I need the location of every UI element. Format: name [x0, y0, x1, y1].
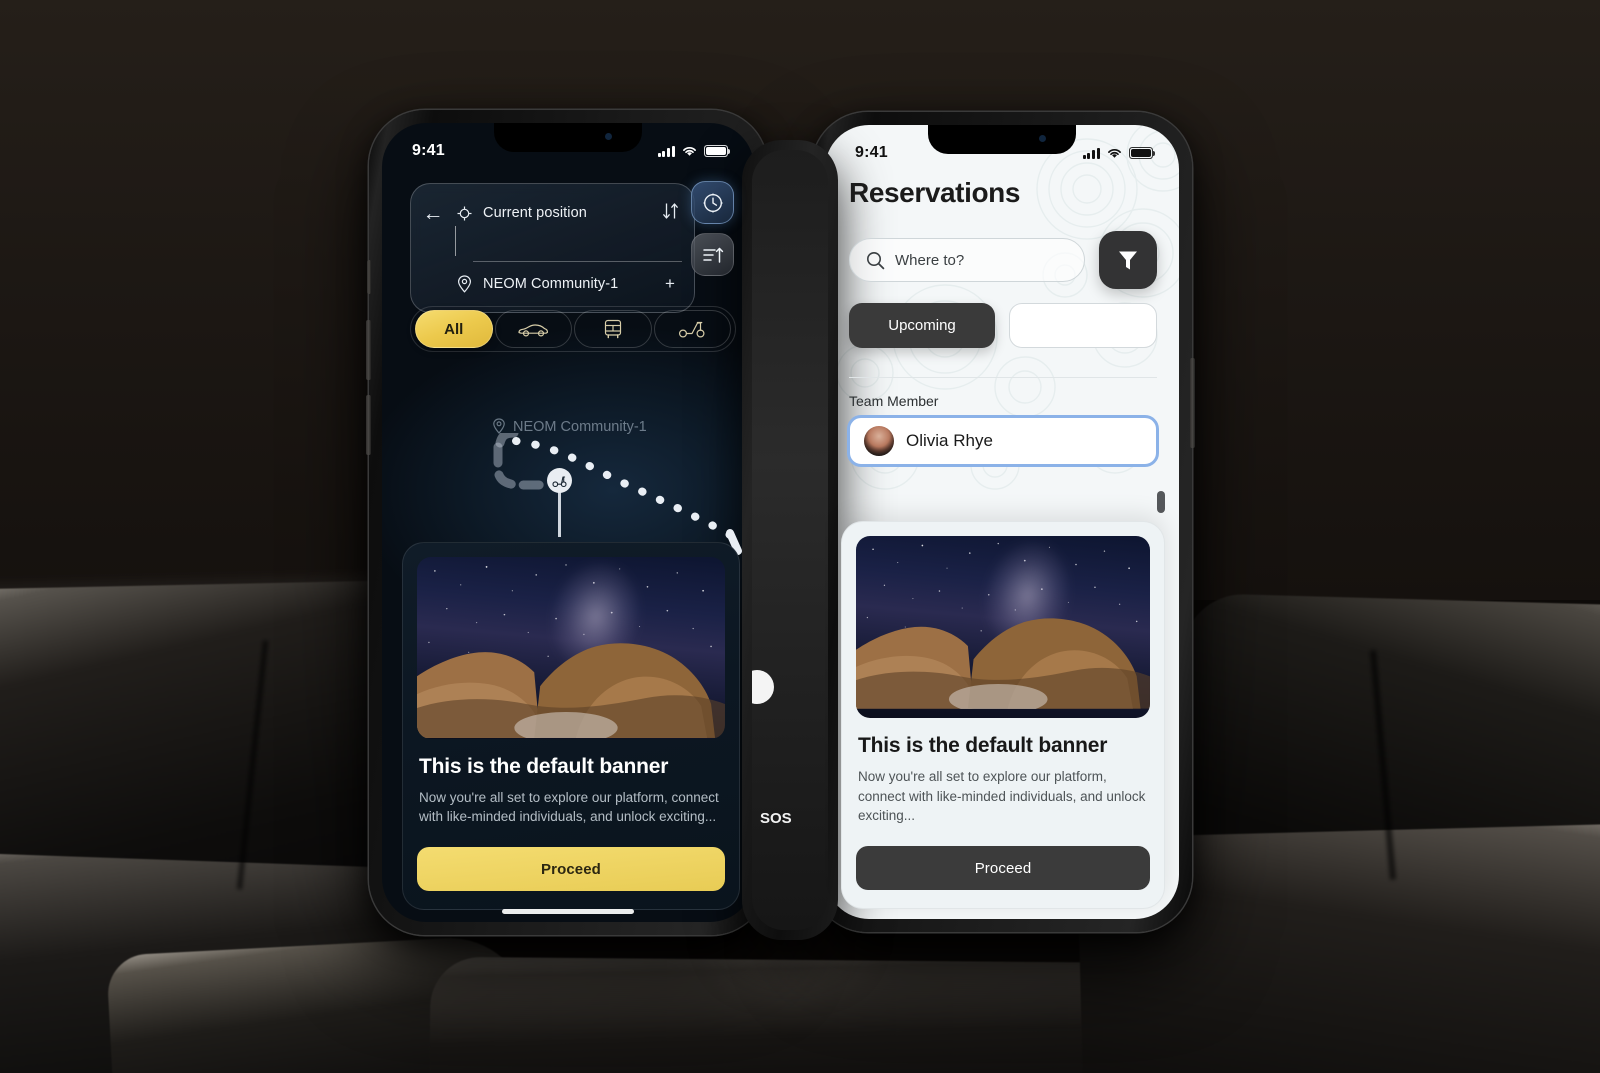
transport-mode-tabs: All [410, 306, 736, 352]
phone-light-screen: 9:41 Reservations Where to? Upcoming Tea… [825, 125, 1179, 919]
wifi-icon [1108, 148, 1121, 158]
signal-bars-icon [1082, 147, 1100, 159]
background-phone-screen: SOS [752, 150, 828, 930]
filter-button[interactable] [1099, 231, 1157, 289]
current-location-icon [455, 206, 473, 221]
sos-label: SOS [760, 810, 792, 827]
rock-formation-center [429, 956, 1191, 1073]
vehicle-marker[interactable] [547, 468, 572, 493]
plus-icon[interactable]: + [658, 274, 682, 294]
banner-image-light [856, 536, 1150, 719]
map-destination-text: NEOM Community-1 [513, 418, 647, 435]
route-destination-row[interactable]: NEOM Community-1 + [421, 269, 682, 299]
sort-button[interactable] [691, 233, 734, 276]
section-divider [849, 377, 1157, 378]
home-indicator-dark[interactable] [502, 909, 634, 914]
swap-vertical-icon[interactable] [658, 202, 682, 225]
map-pin-icon [455, 275, 473, 293]
mode-tab-car[interactable] [494, 310, 572, 348]
banner-image-dark [417, 556, 725, 739]
background-phone-sliver: SOS [742, 140, 838, 940]
battery-icon [1129, 147, 1155, 159]
search-placeholder: Where to? [895, 251, 965, 269]
sort-ascending-icon [702, 247, 723, 263]
mode-tab-scooter[interactable] [653, 310, 731, 348]
map-destination-label: NEOM Community-1 [492, 418, 647, 435]
search-input[interactable]: Where to? [849, 238, 1085, 282]
status-time: 9:41 [855, 144, 888, 161]
mode-tab-all[interactable]: All [415, 310, 493, 348]
page-title: Reservations [849, 177, 1021, 208]
volume-up-button[interactable] [366, 320, 371, 380]
team-member-select[interactable]: Olivia Rhye [847, 415, 1159, 467]
search-icon [867, 251, 885, 269]
clock-icon [703, 193, 722, 212]
phone-dark-device: 9:41 ← Current position NEOM Community-1… [366, 110, 770, 935]
decorative-dot [752, 670, 774, 704]
back-arrow-icon[interactable]: ← [421, 203, 445, 224]
filter-funnel-icon [1119, 251, 1137, 270]
route-connector-line [455, 226, 457, 256]
route-origin-row[interactable]: ← Current position [421, 198, 682, 228]
search-row: Where to? [849, 231, 1157, 289]
phone-light-device: 9:41 Reservations Where to? Upcoming Tea… [809, 112, 1195, 932]
front-camera-icon [605, 133, 612, 140]
front-camera-icon [1039, 135, 1046, 142]
map-pin-icon [493, 418, 505, 434]
notch [928, 125, 1076, 154]
banner-title-dark: This is the default banner [419, 754, 669, 778]
mode-tab-bus[interactable] [574, 310, 652, 348]
proceed-button-dark[interactable]: Proceed [417, 847, 725, 891]
rock-silhouettes [856, 618, 1150, 709]
banner-title-light: This is the default banner [858, 734, 1108, 758]
scooter-marker-icon [552, 475, 567, 487]
wifi-icon [683, 146, 696, 156]
proceed-button-light[interactable]: Proceed [856, 846, 1150, 890]
banner-card-light: This is the default banner Now you're al… [841, 521, 1165, 909]
scrollbar-thumb[interactable] [1157, 491, 1165, 513]
scene-root: SOS 9:41 ← Current position NEOM Communi… [0, 0, 1600, 1073]
tab-upcoming-label: Upcoming [888, 317, 956, 334]
power-button[interactable] [1190, 358, 1195, 448]
route-divider [473, 261, 682, 262]
bus-icon [604, 319, 621, 339]
banner-body-dark: Now you're all set to explore our platfo… [419, 789, 719, 825]
team-member-name: Olivia Rhye [906, 431, 993, 450]
schedule-clock-button[interactable] [691, 181, 734, 224]
notch [494, 123, 642, 152]
volume-down-button[interactable] [366, 395, 371, 455]
tab-secondary[interactable] [1009, 303, 1157, 348]
map-action-buttons [691, 181, 734, 276]
car-icon [518, 324, 549, 337]
status-time: 9:41 [412, 142, 445, 159]
avatar [864, 426, 894, 456]
signal-bars-icon [657, 145, 675, 157]
rock-silhouettes [417, 643, 725, 738]
banner-body-light: Now you're all set to explore our platfo… [858, 769, 1146, 824]
vehicle-marker-stem [558, 491, 561, 537]
route-destination-text[interactable]: NEOM Community-1 [483, 276, 648, 292]
mute-switch[interactable] [367, 260, 371, 294]
scooter-icon [679, 321, 705, 338]
banner-card-dark: This is the default banner Now you're al… [402, 541, 740, 910]
reservation-tabs: Upcoming [849, 303, 1157, 348]
route-origin-text[interactable]: Current position [483, 205, 648, 221]
tab-upcoming[interactable]: Upcoming [849, 303, 995, 348]
home-indicator-light[interactable] [936, 906, 1068, 911]
route-input-panel: ← Current position NEOM Community-1 + [410, 183, 695, 313]
team-member-label: Team Member [849, 393, 939, 409]
battery-icon [704, 145, 730, 157]
mode-tab-all-label: All [444, 320, 464, 338]
phone-dark-screen: 9:41 ← Current position NEOM Community-1… [382, 123, 754, 922]
